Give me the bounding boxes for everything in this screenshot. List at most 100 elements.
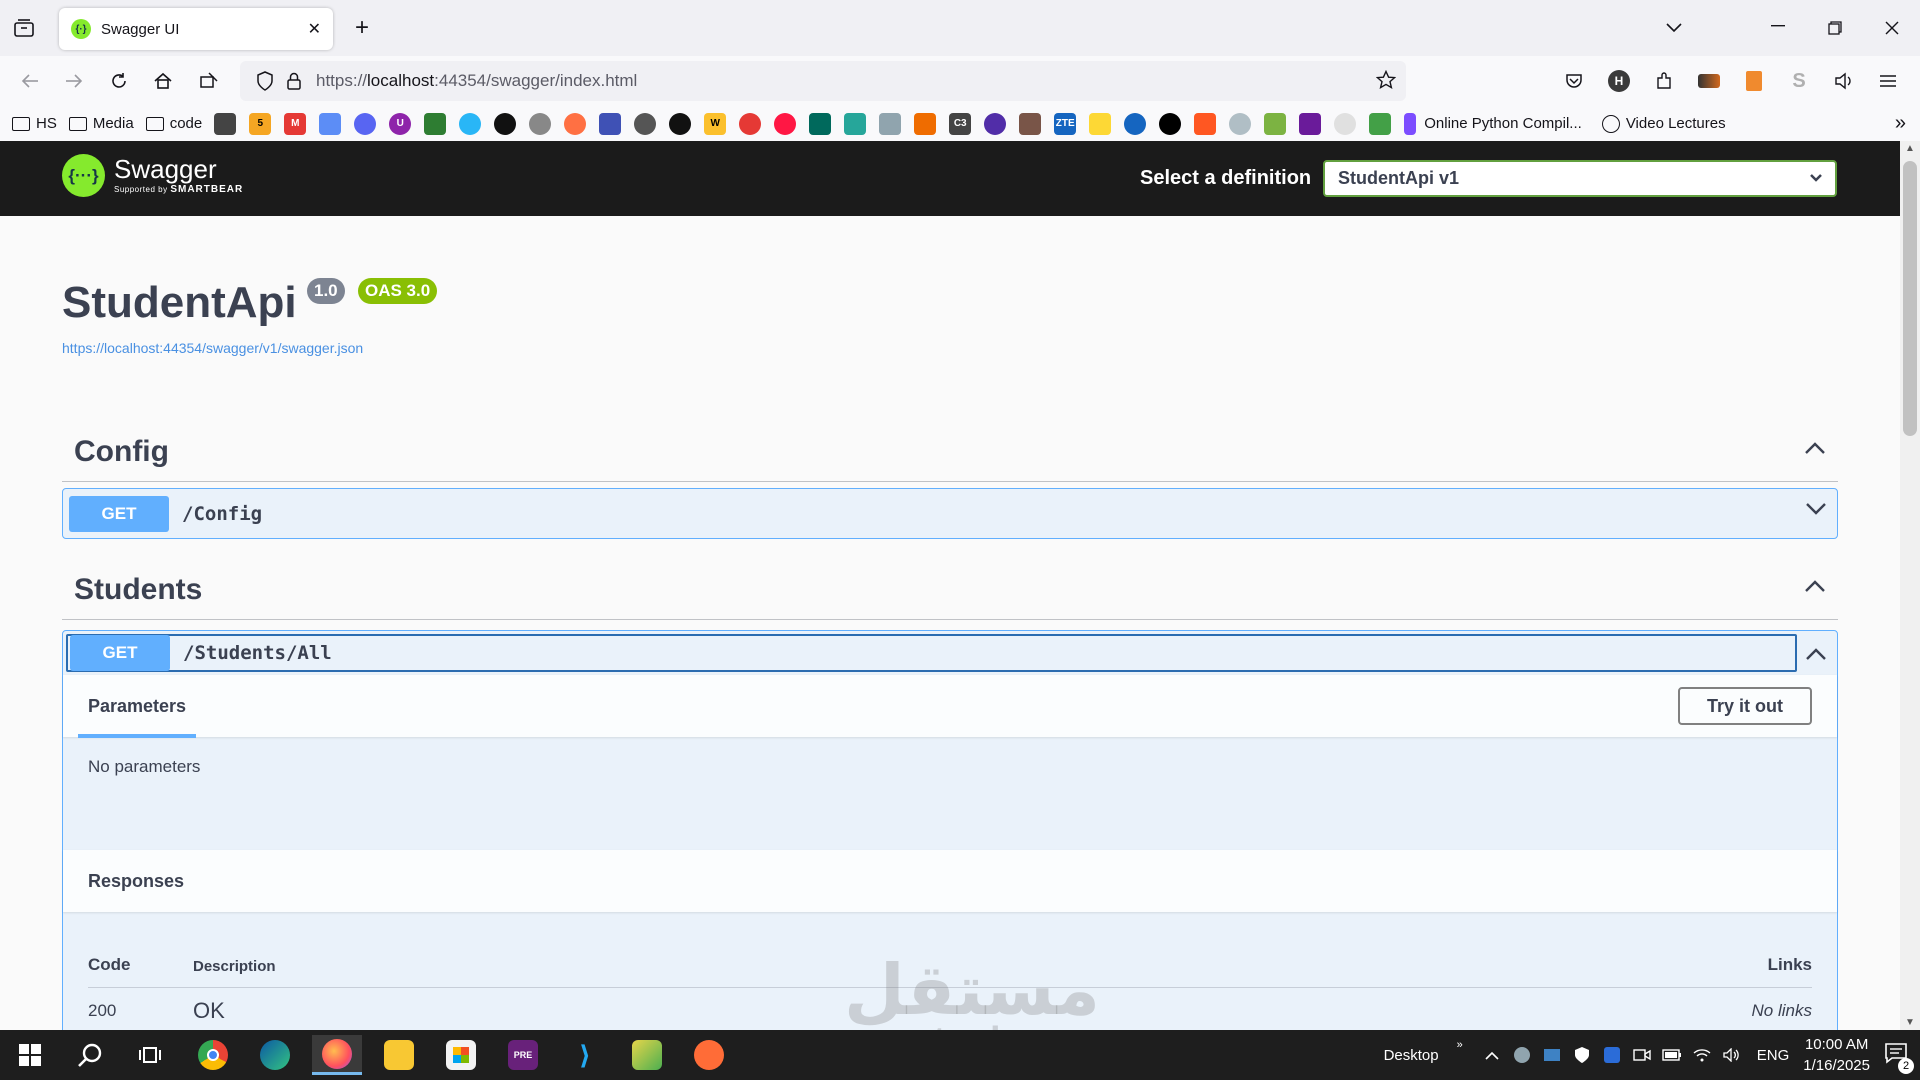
extensions-icon[interactable] <box>1652 69 1676 93</box>
spec-link[interactable]: https://localhost:44354/swagger/v1/swagg… <box>62 340 363 356</box>
bookmark-favicon-icon[interactable] <box>1019 112 1042 135</box>
show-hidden-icons-chevron-icon[interactable] <box>1482 1045 1502 1065</box>
bookmark-favicon-icon[interactable] <box>1299 112 1322 135</box>
windows-security-icon[interactable] <box>1572 1045 1592 1065</box>
apple-icon[interactable] <box>1159 112 1182 135</box>
bookmark-favicon-icon[interactable] <box>984 112 1007 135</box>
input-language[interactable]: ENG <box>1757 1047 1790 1064</box>
taskbar-store[interactable] <box>436 1035 486 1075</box>
bookmark-folder-code[interactable]: code <box>145 115 202 132</box>
bookmark-folder-media[interactable]: Media <box>68 115 134 132</box>
bookmark-favicon-icon[interactable]: M <box>284 112 307 135</box>
notifications-button[interactable]: 2 <box>1884 1042 1914 1074</box>
bookmark-favicon-icon[interactable]: W <box>704 112 727 135</box>
chevron-up-icon[interactable] <box>1805 647 1827 666</box>
extension-puzzle-icon[interactable] <box>197 69 221 93</box>
bookmark-favicon-icon[interactable] <box>424 112 447 135</box>
pocket-icon[interactable] <box>1562 69 1586 93</box>
bookmark-favicon-icon[interactable]: 5 <box>249 112 272 135</box>
reload-icon[interactable] <box>107 69 131 93</box>
start-button[interactable] <box>5 1035 55 1075</box>
battery-icon[interactable] <box>1662 1045 1682 1065</box>
bookmark-favicon-icon[interactable] <box>319 112 342 135</box>
bookmark-favicon-icon[interactable] <box>1369 112 1392 135</box>
clock[interactable]: 10:00 AM 1/16/2025 <box>1803 1034 1870 1076</box>
forward-arrow-icon[interactable] <box>62 69 86 93</box>
minimize-window-icon[interactable] <box>1766 14 1790 38</box>
taskbar-visual-studio[interactable]: PRE <box>498 1035 548 1075</box>
taskbar-file-explorer[interactable] <box>374 1035 424 1075</box>
taskbar-chrome[interactable] <box>188 1035 238 1075</box>
new-tab-icon[interactable]: + <box>350 14 374 42</box>
try-it-out-button[interactable]: Try it out <box>1678 687 1812 725</box>
page-scrollbar[interactable]: ▲ ▼ <box>1900 141 1920 1030</box>
taskbar-edge[interactable] <box>250 1035 300 1075</box>
bookmark-favicon-icon[interactable]: U <box>389 112 412 135</box>
taskbar-app-green[interactable] <box>622 1035 672 1075</box>
opera-icon[interactable] <box>774 112 797 135</box>
bookmark-favicon-icon[interactable]: ZTE <box>1054 112 1077 135</box>
bookmark-favicon-icon[interactable] <box>459 112 482 135</box>
close-window-icon[interactable] <box>1880 16 1904 40</box>
bookmark-favicon-icon[interactable] <box>879 112 902 135</box>
bookmark-favicon-icon[interactable] <box>1334 112 1357 135</box>
bookmark-favicon-icon[interactable] <box>599 112 622 135</box>
volume-icon[interactable] <box>1722 1045 1742 1065</box>
vpn-extension-icon[interactable] <box>1697 69 1721 93</box>
tray-network-app-icon[interactable] <box>1542 1045 1562 1065</box>
bookmark-favicon-icon[interactable] <box>1264 112 1287 135</box>
bookmark-video-lectures[interactable]: Video Lectures <box>1601 114 1726 133</box>
bookmark-favicon-icon[interactable] <box>214 112 237 135</box>
active-tab[interactable]: {·} Swagger UI ✕ <box>59 8 333 50</box>
search-button[interactable] <box>65 1035 115 1075</box>
wifi-icon[interactable] <box>1692 1045 1712 1065</box>
home-icon[interactable] <box>151 69 175 93</box>
tab-overview-icon[interactable] <box>12 16 36 40</box>
discord-icon[interactable] <box>354 112 377 135</box>
desktop-toolbar-label[interactable]: Desktop <box>1384 1047 1439 1064</box>
definition-select[interactable]: StudentApi v1 <box>1323 160 1837 197</box>
power-app-icon[interactable] <box>1602 1045 1622 1065</box>
gear-bookmark-icon[interactable] <box>634 112 657 135</box>
bookmark-favicon-icon[interactable] <box>494 112 517 135</box>
h-extension-icon[interactable]: H <box>1607 69 1631 93</box>
chevron-icon[interactable]: » <box>1457 1039 1463 1051</box>
taskbar-postman[interactable] <box>684 1035 734 1075</box>
camera-icon[interactable] <box>1632 1045 1652 1065</box>
github-icon[interactable] <box>669 112 692 135</box>
bookmark-favicon-icon[interactable] <box>564 112 587 135</box>
speaker-icon[interactable] <box>1832 69 1856 93</box>
s-extension-icon[interactable]: S <box>1787 69 1811 93</box>
taskbar-firefox[interactable] <box>312 1035 362 1075</box>
tray-app-icon[interactable] <box>1512 1045 1532 1065</box>
tag-header-students[interactable]: Students <box>62 560 1838 620</box>
bookmark-favicon-icon[interactable] <box>1089 112 1112 135</box>
bookmark-favicon-icon[interactable] <box>1229 112 1252 135</box>
more-bookmarks-chevron-icon[interactable]: » <box>1895 112 1906 135</box>
scroll-thumb[interactable] <box>1903 161 1917 436</box>
tab-parameters[interactable]: Parameters <box>78 696 197 738</box>
trash-extension-icon[interactable] <box>1742 69 1766 93</box>
opblock-summary-config[interactable]: GET /Config <box>63 489 1837 538</box>
bookmark-favicon-icon[interactable] <box>844 112 867 135</box>
soundcloud-icon[interactable] <box>1194 112 1217 135</box>
bookmark-online-python[interactable]: Online Python Compil... <box>1404 112 1582 135</box>
list-tabs-chevron-down-icon[interactable] <box>1662 16 1686 40</box>
bookmark-favicon-icon[interactable] <box>914 112 937 135</box>
bookmark-favicon-icon[interactable] <box>809 112 832 135</box>
address-bar[interactable]: https://localhost:44354/swagger/index.ht… <box>240 61 1406 101</box>
shield-icon[interactable] <box>256 71 274 96</box>
bookmark-favicon-icon[interactable] <box>529 112 552 135</box>
close-tab-icon[interactable]: ✕ <box>308 19 321 39</box>
bookmark-favicon-icon[interactable] <box>739 112 762 135</box>
opblock-summary-students-all[interactable]: GET /Students/All <box>66 634 1797 672</box>
taskbar-vscode[interactable]: ⟩ <box>560 1035 610 1075</box>
scroll-down-icon[interactable]: ▼ <box>1905 1017 1915 1028</box>
task-view-button[interactable] <box>125 1035 175 1075</box>
bookmark-favicon-icon[interactable]: C3 <box>949 112 972 135</box>
lock-icon[interactable] <box>286 71 302 96</box>
bookmark-favicon-icon[interactable] <box>1124 112 1147 135</box>
swagger-logo[interactable]: {···} Swagger Supported by SMARTBEAR <box>62 154 243 197</box>
back-arrow-icon[interactable] <box>18 69 42 93</box>
bookmark-folder-hs[interactable]: HS <box>12 115 57 132</box>
